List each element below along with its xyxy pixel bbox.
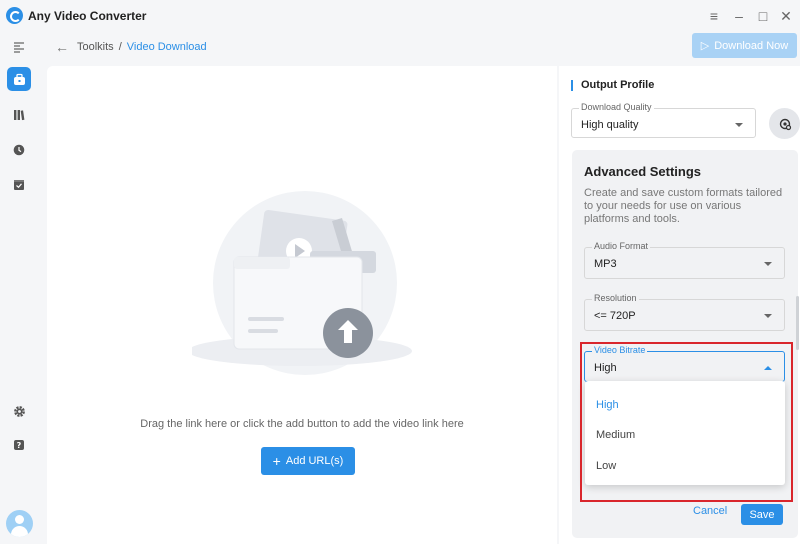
resolution-label: Resolution bbox=[592, 293, 639, 303]
gear-icon bbox=[13, 405, 25, 417]
download-quality-value: High quality bbox=[581, 119, 639, 131]
breadcrumb-separator: / bbox=[118, 41, 122, 53]
back-arrow-icon[interactable]: ← bbox=[55, 39, 69, 55]
chevron-down-icon bbox=[764, 262, 772, 266]
resolution-select[interactable]: Resolution <= 720P bbox=[584, 293, 785, 331]
gear-settings-icon bbox=[779, 118, 791, 130]
sidebar-item-library[interactable] bbox=[7, 103, 31, 127]
close-icon[interactable]: ✕ bbox=[776, 6, 796, 26]
drop-hint-text: Drag the link here or click the add butt… bbox=[140, 418, 464, 430]
sidebar-collapse-icon[interactable] bbox=[7, 35, 31, 59]
toolbox-icon bbox=[13, 73, 25, 85]
audio-format-value: MP3 bbox=[594, 258, 617, 270]
breadcrumb-toolkits[interactable]: Toolkits bbox=[77, 41, 114, 53]
chevron-down-icon bbox=[764, 314, 772, 318]
checklist-icon bbox=[14, 180, 24, 190]
breadcrumb-current: Video Download bbox=[126, 41, 207, 53]
download-now-button[interactable]: ▷ Download Now bbox=[692, 33, 797, 58]
help-icon: ? bbox=[14, 440, 24, 450]
audio-format-select[interactable]: Audio Format MP3 bbox=[584, 241, 785, 279]
download-quality-select[interactable]: Download Quality High quality bbox=[571, 102, 756, 138]
plus-icon: + bbox=[272, 453, 281, 469]
clock-icon bbox=[13, 144, 25, 156]
cancel-button[interactable]: Cancel bbox=[693, 505, 727, 517]
link-drop-zone[interactable]: Drag the link here or click the add butt… bbox=[47, 66, 557, 544]
avatar[interactable] bbox=[6, 510, 33, 537]
add-url-button[interactable]: + Add URL(s) bbox=[261, 447, 355, 475]
sidebar: ? bbox=[0, 32, 38, 544]
resolution-value: <= 720P bbox=[594, 310, 636, 322]
sidebar-item-help[interactable]: ? bbox=[7, 433, 31, 457]
profile-settings-button[interactable] bbox=[769, 108, 800, 139]
download-quality-label: Download Quality bbox=[579, 102, 654, 112]
minimize-icon[interactable]: – bbox=[729, 6, 749, 26]
play-outline-icon: ▷ bbox=[700, 40, 710, 52]
advanced-settings-description: Create and save custom formats tailored … bbox=[584, 187, 783, 225]
sidebar-item-history[interactable] bbox=[7, 138, 31, 162]
title-bar: Any Video Converter ≡ – □ ✕ bbox=[0, 0, 800, 32]
sidebar-item-tasks[interactable] bbox=[7, 173, 31, 197]
advanced-settings-title: Advanced Settings bbox=[584, 164, 702, 179]
download-now-label: Download Now bbox=[714, 39, 789, 52]
chevron-down-icon bbox=[735, 123, 743, 127]
panel-scrollbar[interactable] bbox=[796, 296, 799, 350]
app-logo-icon bbox=[6, 7, 23, 24]
menu-icon[interactable]: ≡ bbox=[704, 6, 724, 26]
sidebar-item-settings[interactable] bbox=[7, 399, 31, 423]
svg-text:?: ? bbox=[17, 441, 22, 450]
highlight-box bbox=[580, 342, 793, 502]
breadcrumb: ← Toolkits / Video Download bbox=[55, 39, 207, 55]
audio-format-label: Audio Format bbox=[592, 241, 651, 251]
books-icon bbox=[14, 110, 25, 121]
save-button[interactable]: Save bbox=[741, 504, 783, 525]
app-title: Any Video Converter bbox=[28, 9, 147, 23]
maximize-icon[interactable]: □ bbox=[753, 6, 773, 26]
sidebar-item-toolkits[interactable] bbox=[7, 67, 31, 91]
add-url-label: Add URL(s) bbox=[285, 455, 344, 467]
empty-state-illustration bbox=[192, 191, 412, 375]
output-profile-title: Output Profile bbox=[571, 80, 654, 91]
